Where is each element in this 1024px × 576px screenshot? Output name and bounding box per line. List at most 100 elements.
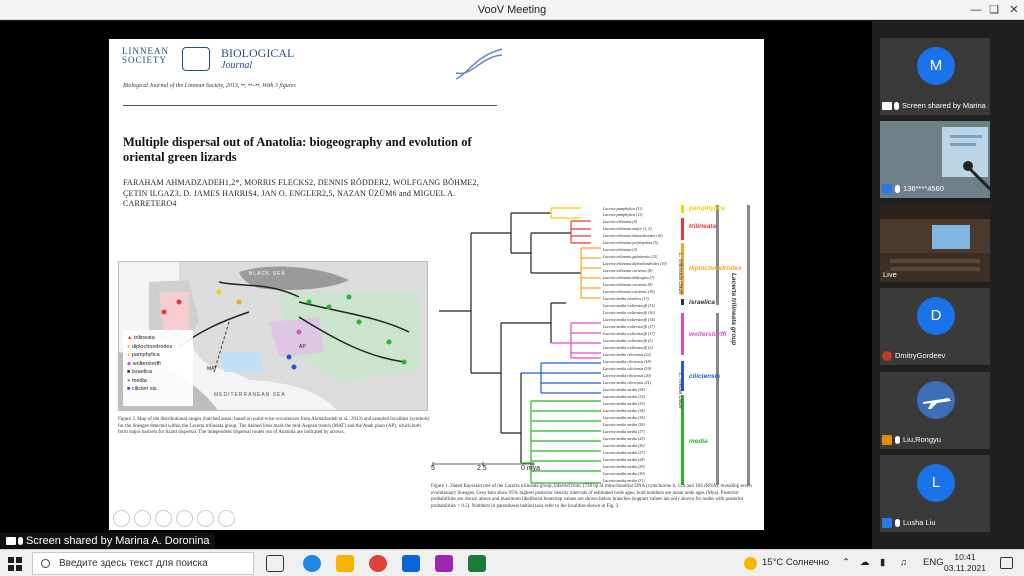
avatar-airplane-icon <box>917 381 955 419</box>
clade-trilineata: trilineata <box>689 223 717 230</box>
screen-share-icon <box>882 102 892 111</box>
svg-text:Lacerta trilineata diplochondr: Lacerta trilineata diplochondrodes (19) <box>602 261 667 266</box>
airplane-icon <box>923 398 951 409</box>
next-page-icon[interactable] <box>134 510 151 527</box>
legend-item: ▲ trilineata <box>127 335 155 341</box>
map-legend: ▲ trilineata ● diplochondrodes ● pamphyl… <box>127 334 172 394</box>
avatar: L <box>917 464 955 502</box>
participant-tile[interactable]: M Screen shared by Marina A. Do... <box>880 38 990 115</box>
voov-icon[interactable] <box>402 555 420 572</box>
paper-authors: FARAHAM AHMADZADEH1,2*, MORRIS FLECKS2, … <box>123 178 479 208</box>
notification-icon[interactable] <box>1000 557 1013 569</box>
svg-text:Lacerta media israelica (13): Lacerta media israelica (13) <box>602 296 650 301</box>
svg-text:Lacerta media ciliciensis (18): Lacerta media ciliciensis (18) <box>602 359 652 364</box>
svg-text:Lacerta media media (24): Lacerta media media (24) <box>602 387 645 392</box>
svg-text:Lacerta media media (35): Lacerta media media (35) <box>602 415 645 420</box>
chrome-icon[interactable] <box>369 555 387 572</box>
viewer-controls <box>113 510 235 527</box>
svg-text:Lacerta media ciliciensis (19): Lacerta media ciliciensis (19) <box>602 366 652 371</box>
journal-reference: Biological Journal of the Linnean Societ… <box>123 83 296 89</box>
svg-text:Lacerta media media (32): Lacerta media media (32) <box>602 394 645 399</box>
weather-icon[interactable] <box>744 557 757 570</box>
paint-icon[interactable] <box>435 555 453 572</box>
prev-page-icon[interactable] <box>113 510 130 527</box>
weather-text[interactable]: 15°C Солнечно <box>762 557 829 568</box>
clade-wolterstorffi: wolterstorffi <box>689 331 727 338</box>
svg-text:Lacerta media wolterstorffi (1: Lacerta media wolterstorffi (16) <box>602 310 655 315</box>
windows-start-icon[interactable] <box>8 557 22 571</box>
distribution-map: BLACK SEA MEDITERRANEAN SEA MAT AP ▲ tri… <box>118 261 428 411</box>
svg-text:Lacerta pamphylica (11): Lacerta pamphylica (11) <box>602 206 643 211</box>
tray-chevron-icon[interactable]: ⌃ <box>842 557 850 568</box>
clade-israelica: israelica <box>689 299 716 306</box>
title-bar: VooV Meeting — ❏ ✕ <box>0 0 1024 20</box>
participant-tile[interactable]: Live <box>880 205 990 282</box>
svg-text:Lacerta media media (33): Lacerta media media (33) <box>602 401 645 406</box>
svg-text:Lacerta media media (25): Lacerta media media (25) <box>602 436 645 441</box>
svg-text:Lacerta media wolterstorffi (1: Lacerta media wolterstorffi (17) <box>602 331 655 336</box>
clade-pamphylica: pamphylica <box>689 205 725 212</box>
volume-icon[interactable]: ♫ <box>900 557 907 568</box>
svg-text:Lacerta media media (37): Lacerta media media (37) <box>602 429 645 434</box>
zoom-app-icon[interactable] <box>303 555 321 572</box>
close-button[interactable]: ✕ <box>1002 2 1024 18</box>
copy-icon[interactable] <box>176 510 193 527</box>
black-sea-label: BLACK SEA <box>249 271 286 277</box>
avatar: D <box>917 297 955 335</box>
phylogenetic-tree: Lacerta pamphylica (11) Lacerta pamphylic… <box>431 203 788 485</box>
live-label: Live <box>883 270 897 279</box>
media-clade-label: L. media clade <box>677 373 683 409</box>
battery-icon[interactable]: ▮ <box>880 557 885 568</box>
svg-text:Lacerta media wolterstorffi (1: Lacerta media wolterstorffi (14) <box>602 317 655 322</box>
participant-tile[interactable]: Liu,Rongyu <box>880 372 990 449</box>
mic-icon <box>895 436 900 445</box>
network-icon[interactable]: ☁ <box>860 557 870 568</box>
excel-icon[interactable] <box>468 555 486 572</box>
paper-title: Multiple dispersal out of Anatolia: biog… <box>123 135 472 164</box>
svg-text:Lacerta trilineata major (1, 2: Lacerta trilineata major (1, 2) <box>602 226 652 232</box>
mic-icon <box>18 537 23 546</box>
shared-screen-area[interactable]: LINNEAN SOCIETY BIOLOGICAL Journal Biolo… <box>0 21 872 549</box>
edit-icon[interactable] <box>155 510 172 527</box>
language-indicator[interactable]: ENG <box>923 557 944 568</box>
taskbar-search[interactable]: Введите здесь текст для поиска <box>32 552 254 575</box>
svg-text:Lacerta trilineata polylepidot: Lacerta trilineata polylepidota (5) <box>602 240 659 245</box>
host-icon <box>882 351 892 362</box>
participant-tile[interactable]: L Lusha Liu <box>880 455 990 532</box>
participant-label: Lusha Liu <box>882 516 988 529</box>
clock[interactable]: 10:41 03.11.2021 <box>944 552 986 574</box>
participant-label: Screen shared by Marina A. Do... <box>882 99 988 112</box>
participant-tile[interactable]: D DmitryGordeev <box>880 288 990 365</box>
svg-text:Lacerta trilineata (4): Lacerta trilineata (4) <box>602 219 638 224</box>
tree-caption: Figure 1. Dated Bayesian tree of the Lac… <box>431 484 752 509</box>
clade-diplochondrodes: diplochondrodes <box>689 265 742 272</box>
task-view-icon[interactable] <box>266 555 284 572</box>
legend-item: ■ israelica <box>127 369 153 375</box>
window-title: VooV Meeting <box>477 4 547 16</box>
svg-text:Lacerta media ciliciensis (22): Lacerta media ciliciensis (22) <box>602 352 652 357</box>
participant-label: 136****4560 <box>882 182 988 195</box>
svg-text:Lacerta media wolterstorffi (1: Lacerta media wolterstorffi (17) <box>602 324 655 329</box>
clade-ciliciensis: ciliciensis <box>689 373 721 380</box>
zoom-icon[interactable] <box>197 510 214 527</box>
svg-text:Lacerta media media (27): Lacerta media media (27) <box>602 450 645 455</box>
svg-text:Lacerta media media (31): Lacerta media media (31) <box>602 478 645 483</box>
svg-text:Lacerta media media (28): Lacerta media media (28) <box>602 457 645 462</box>
legend-item: ● pamphylica <box>127 352 160 358</box>
svg-text:Lacerta trilineata cariensis (: Lacerta trilineata cariensis (10) <box>602 289 655 294</box>
legend-item: ● media <box>127 377 147 384</box>
crest-icon <box>182 47 210 71</box>
shared-document: LINNEAN SOCIETY BIOLOGICAL Journal Biolo… <box>109 39 788 530</box>
share-status[interactable]: Screen shared by Marina A. Doronina <box>0 533 216 549</box>
legend-item: ■ cilicien sis <box>127 386 157 392</box>
participant-tile[interactable]: 136****4560 <box>880 121 990 198</box>
mic-icon <box>895 185 900 194</box>
clock-date: 03.11.2021 <box>944 563 986 573</box>
more-icon[interactable] <box>218 510 235 527</box>
svg-text:Lacerta trilineata (3): Lacerta trilineata (3) <box>602 247 638 252</box>
svg-text:Lacerta trilineata cariensis (: Lacerta trilineata cariensis (8) <box>602 268 653 273</box>
file-explorer-icon[interactable] <box>336 555 354 572</box>
svg-text:Lacerta media media (34): Lacerta media media (34) <box>602 408 645 413</box>
svg-text:Lacerta media media (29): Lacerta media media (29) <box>602 464 645 469</box>
svg-text:Lacerta media wolterstorffi (1: Lacerta media wolterstorffi (15) <box>602 303 655 308</box>
